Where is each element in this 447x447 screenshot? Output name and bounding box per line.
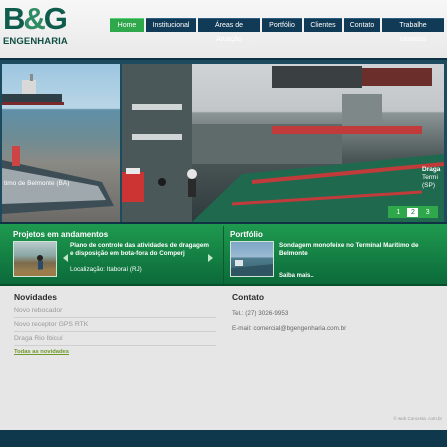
- site-footer: [0, 430, 447, 447]
- projeto-location: Localização: Itaboraí (RJ): [70, 266, 142, 273]
- nav-areas-de-atuacao[interactable]: Áreas de Atuação: [198, 18, 260, 43]
- portfolio-description[interactable]: Sondagem monofeixe no Terminal Marítimo …: [279, 242, 429, 258]
- logo-subtitle: ENGENHARIA: [3, 36, 68, 47]
- portfolio-saiba-mais-link[interactable]: Saiba mais..: [279, 272, 314, 280]
- contact-email[interactable]: E-mail: comercial@bgengenharia.com.br: [232, 325, 346, 332]
- projetos-prev-arrow[interactable]: [63, 254, 68, 262]
- site-header: B&G ENGENHARIA Home Institucional Áreas …: [0, 0, 447, 58]
- sea-illustration: [231, 260, 273, 276]
- portfolio-thumbnail[interactable]: [230, 241, 274, 277]
- slide-caption-right-1: Draga: [422, 166, 441, 173]
- projetos-title: Projetos em andamentos: [13, 230, 109, 239]
- slider-pager: 1 2 3: [388, 206, 438, 218]
- projetos-next-arrow[interactable]: [208, 254, 213, 262]
- logo-letter-b: B: [3, 1, 25, 36]
- projeto-thumbnail[interactable]: [13, 241, 57, 277]
- news-divider: [14, 345, 216, 346]
- novidades-title: Novidades: [14, 292, 57, 302]
- dredge-illustration: [122, 64, 444, 222]
- nav-portfolio[interactable]: Portfólio: [262, 18, 302, 32]
- contato-title: Contato: [232, 292, 265, 302]
- dredge-photo: Draga Termi (SP): [122, 64, 444, 222]
- news-item[interactable]: Novo rebocador: [14, 307, 62, 314]
- news-item[interactable]: Draga Rio Ibicuí: [14, 335, 63, 342]
- logo-ampersand: &: [23, 1, 45, 36]
- worker-illustration: [14, 255, 56, 276]
- pager-page-2[interactable]: 2: [407, 207, 419, 217]
- contact-phone: Tel.: (27) 3026-9953: [232, 310, 289, 317]
- all-news-link[interactable]: Todas as novidades: [14, 349, 69, 355]
- content-area: [0, 286, 447, 430]
- slide-caption-right-2: Termi: [422, 174, 438, 181]
- projeto-description[interactable]: Plano de controle das atividades de drag…: [70, 242, 210, 258]
- slide-caption-left: timo de Belmonte (BA): [4, 180, 70, 187]
- nav-institucional[interactable]: Institucional: [146, 18, 196, 32]
- nav-contato[interactable]: Contato: [344, 18, 380, 32]
- band-divider: [223, 226, 224, 284]
- pager-page-3[interactable]: 3: [422, 208, 433, 217]
- nav-trabalhe-conosco[interactable]: Trabalhe conosco: [382, 18, 444, 43]
- bg-engenharia-logo[interactable]: B&G ENGENHARIA: [3, 1, 68, 49]
- pager-page-1[interactable]: 1: [393, 208, 404, 217]
- news-divider: [14, 331, 216, 332]
- site-credit[interactable]: © web Concreta .com.br: [393, 416, 442, 421]
- image-slider: timo de Belmonte (BA) Draga Termi (SP) 1…: [0, 58, 447, 224]
- news-item[interactable]: Novo receptor GPS RTK: [14, 321, 88, 328]
- nav-home[interactable]: Home: [110, 18, 144, 32]
- main-nav: Home Institucional Áreas de Atuação Port…: [110, 18, 444, 43]
- ship-illustration: [2, 74, 114, 214]
- slide-caption-right-3: (SP): [422, 182, 435, 189]
- news-divider: [14, 317, 216, 318]
- ship-photo: timo de Belmonte (BA): [2, 64, 120, 222]
- portfolio-title: Portfólio: [230, 230, 263, 239]
- nav-clientes[interactable]: Clientes: [304, 18, 342, 32]
- logo-letter-g: G: [43, 1, 68, 36]
